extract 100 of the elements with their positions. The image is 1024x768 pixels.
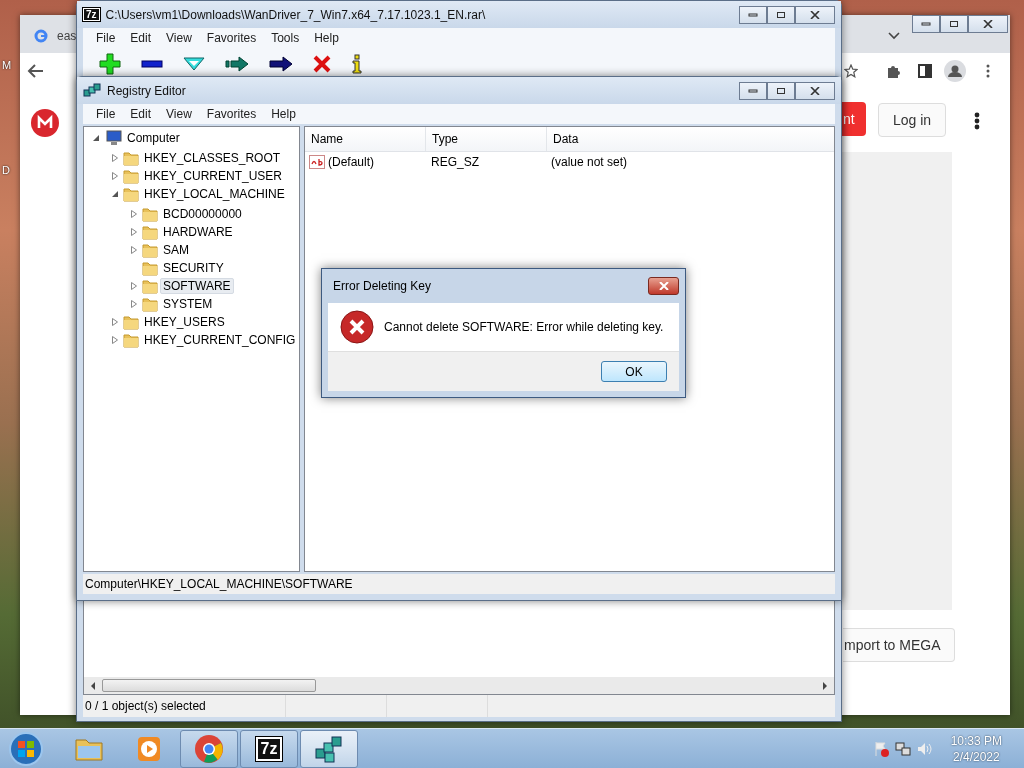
folder-icon xyxy=(123,314,139,330)
table-cell-text: REG_SZ xyxy=(430,155,480,169)
tab-title[interactable]: eas xyxy=(57,29,77,43)
taskbar-button[interactable] xyxy=(180,729,238,768)
maximize-button[interactable] xyxy=(767,5,795,24)
window-title: Registry Editor xyxy=(107,83,187,98)
menu-item[interactable]: Tools xyxy=(264,31,308,45)
column-header[interactable]: Type xyxy=(426,127,547,151)
close-icon xyxy=(658,282,669,290)
close-button[interactable] xyxy=(795,5,835,24)
start-button[interactable] xyxy=(8,730,44,767)
more-menu-icon[interactable] xyxy=(974,112,980,130)
back-arrow-icon[interactable] xyxy=(27,63,45,79)
chevron-down-icon[interactable] xyxy=(888,32,900,40)
collapsed-arrow-icon[interactable] xyxy=(130,246,138,254)
expanded-arrow-icon[interactable] xyxy=(111,190,119,198)
tree-item[interactable]: SOFTWARE xyxy=(160,278,234,294)
folder-icon xyxy=(142,224,158,240)
star-icon[interactable] xyxy=(844,64,858,78)
error-message: Cannot delete SOFTWARE: Error while deleting key. xyxy=(384,320,664,334)
profile-icon[interactable] xyxy=(944,60,966,82)
error-icon xyxy=(340,310,374,344)
puzzle-icon[interactable] xyxy=(886,64,900,78)
close-button[interactable] xyxy=(648,277,679,295)
network-icon[interactable] xyxy=(894,740,911,757)
close-button[interactable] xyxy=(795,81,835,100)
action-button[interactable]: nt xyxy=(842,102,866,136)
scroll-left-icon[interactable] xyxy=(90,681,96,690)
menu-item[interactable]: Help xyxy=(307,31,347,45)
horizontal-scrollbar[interactable] xyxy=(84,677,834,694)
collapsed-arrow-icon[interactable] xyxy=(111,318,119,326)
window-title: C:\Users\vm1\Downloads\WanDriver_7_Win7.x64_7.17.1023.1_EN.rar\ xyxy=(105,7,487,22)
collapsed-arrow-icon[interactable] xyxy=(130,228,138,236)
string-value-icon xyxy=(309,155,325,169)
scroll-right-icon[interactable] xyxy=(822,681,828,690)
cubes-icon xyxy=(314,734,344,763)
menu-item[interactable]: Edit xyxy=(123,31,160,45)
collapsed-arrow-icon[interactable] xyxy=(111,336,119,344)
tree-item[interactable]: Computer xyxy=(124,130,183,146)
close-button[interactable] xyxy=(968,15,1008,33)
collapsed-arrow-icon[interactable] xyxy=(130,282,138,290)
play-icon xyxy=(136,734,162,763)
table-cell-text: (value not set) xyxy=(550,155,628,169)
ok-button[interactable]: OK xyxy=(601,361,667,382)
maximize-icon xyxy=(776,86,786,95)
taskbar-button[interactable]: 7z xyxy=(240,729,298,768)
delete-icon[interactable] xyxy=(313,55,331,73)
scrollbar-thumb[interactable] xyxy=(102,679,316,692)
flag-icon[interactable] xyxy=(872,740,889,757)
expanded-arrow-icon[interactable] xyxy=(92,134,100,142)
login-button[interactable]: Log in xyxy=(878,103,946,137)
checkmark-icon[interactable] xyxy=(183,57,205,71)
menu-item[interactable]: View xyxy=(159,107,200,121)
menu-item[interactable]: Favorites xyxy=(199,31,265,45)
taskbar-button[interactable] xyxy=(300,729,358,768)
menu-item[interactable]: File xyxy=(89,107,124,121)
arrow-icon[interactable] xyxy=(225,56,249,72)
maximize-icon xyxy=(776,10,786,19)
maximize-button[interactable] xyxy=(940,15,968,33)
tree-item[interactable]: HKEY_CLASSES_ROOT xyxy=(141,150,284,166)
folder-icon xyxy=(142,242,158,258)
minus-icon[interactable] xyxy=(141,59,163,69)
tree-item[interactable]: HARDWARE xyxy=(160,224,236,240)
arrow-icon[interactable] xyxy=(269,56,293,72)
tree-item[interactable]: HKEY_LOCAL_MACHINE xyxy=(141,186,288,202)
collapsed-arrow-icon[interactable] xyxy=(111,154,119,162)
column-header[interactable]: Name xyxy=(305,127,426,151)
minimize-button[interactable] xyxy=(912,15,940,33)
column-header[interactable]: Data xyxy=(547,127,834,151)
tree-item[interactable]: SYSTEM xyxy=(160,296,216,312)
tree-item[interactable]: HKEY_CURRENT_CONFIG xyxy=(141,332,299,348)
minimize-icon xyxy=(748,87,758,94)
menu-item[interactable]: Edit xyxy=(123,107,160,121)
menu-item[interactable]: Help xyxy=(264,107,304,121)
import-button[interactable]: mport to MEGA xyxy=(843,628,955,662)
menu-item[interactable]: File xyxy=(89,31,124,45)
sidebar-icon[interactable] xyxy=(918,64,932,78)
collapsed-arrow-icon[interactable] xyxy=(130,300,138,308)
minimize-button[interactable] xyxy=(739,5,767,24)
minimize-button[interactable] xyxy=(739,81,767,100)
collapsed-arrow-icon[interactable] xyxy=(130,210,138,218)
archiver-logo: 7z xyxy=(83,8,100,21)
desktop-icon-label: D xyxy=(2,164,10,176)
collapsed-arrow-icon[interactable] xyxy=(111,172,119,180)
menu-item[interactable]: View xyxy=(159,31,200,45)
tree-item[interactable]: SAM xyxy=(160,242,192,258)
folder-icon xyxy=(123,332,139,348)
mega-logo-icon xyxy=(31,109,59,137)
folder-icon xyxy=(142,260,158,276)
tree-item[interactable]: HKEY_CURRENT_USER xyxy=(141,168,286,184)
tree-item[interactable]: BCD00000000 xyxy=(160,206,245,222)
table-cell: (Default) xyxy=(328,155,374,169)
more-menu-icon[interactable] xyxy=(986,64,990,78)
maximize-button[interactable] xyxy=(767,81,795,100)
folder-icon xyxy=(142,206,158,222)
tree-item[interactable]: SECURITY xyxy=(160,260,227,276)
menu-item[interactable]: Favorites xyxy=(199,107,265,121)
plus-icon[interactable] xyxy=(99,53,121,75)
tree-item[interactable]: HKEY_USERS xyxy=(141,314,228,330)
info-icon[interactable] xyxy=(351,54,363,74)
